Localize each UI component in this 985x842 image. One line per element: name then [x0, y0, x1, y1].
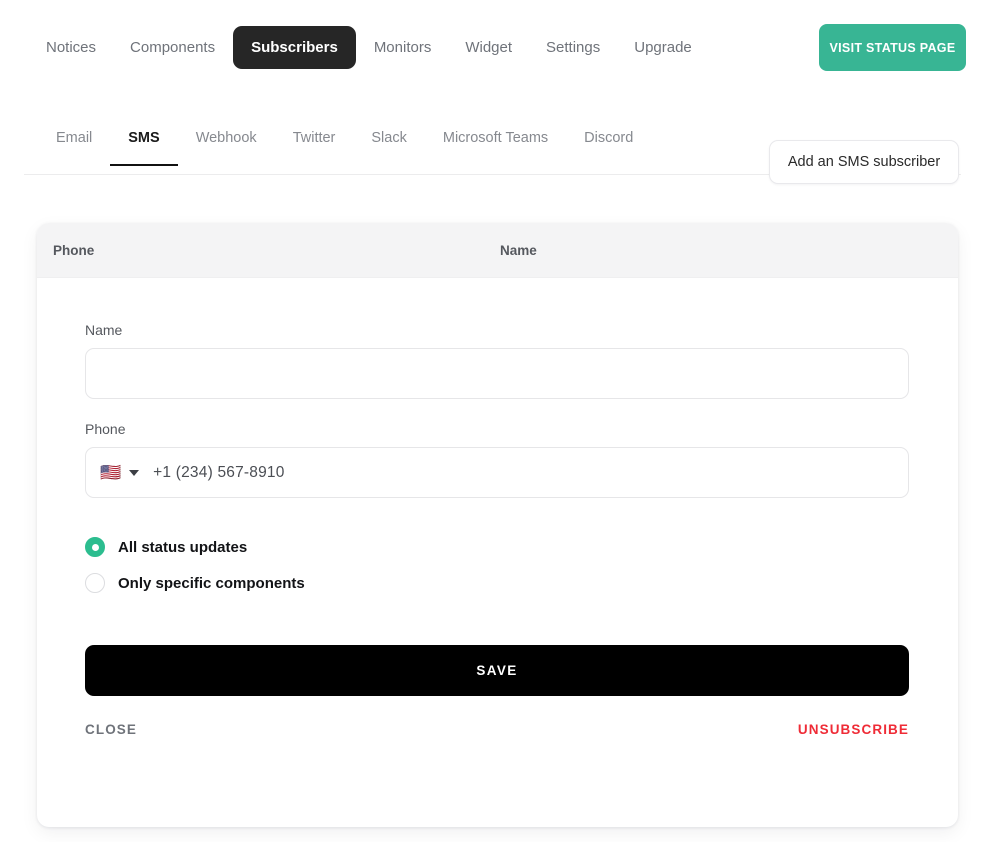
- name-field-group: Name: [85, 322, 910, 399]
- form-spacer: [85, 399, 910, 421]
- radio-label-only-specific-components: Only specific components: [118, 575, 305, 592]
- save-button[interactable]: SAVE: [85, 645, 909, 696]
- nav-item-upgrade[interactable]: Upgrade: [618, 31, 708, 64]
- tab-sms[interactable]: SMS: [110, 128, 177, 166]
- phone-input-placeholder[interactable]: +1 (234) 567-8910: [153, 464, 284, 482]
- name-field-label: Name: [85, 322, 910, 338]
- chevron-down-icon[interactable]: [129, 470, 139, 476]
- column-header-name: Name: [500, 243, 537, 258]
- top-navigation: Notices Components Subscribers Monitors …: [0, 0, 985, 95]
- tab-twitter[interactable]: Twitter: [275, 128, 354, 166]
- unsubscribe-button[interactable]: UNSUBSCRIBE: [798, 722, 909, 737]
- radio-label-all-status-updates: All status updates: [118, 539, 247, 556]
- page-root: Notices Components Subscribers Monitors …: [0, 0, 985, 842]
- add-sms-subscriber-button[interactable]: Add an SMS subscriber: [769, 140, 959, 184]
- nav-item-widget[interactable]: Widget: [449, 31, 528, 64]
- tab-discord[interactable]: Discord: [566, 128, 651, 166]
- nav-item-subscribers[interactable]: Subscribers: [233, 26, 356, 69]
- nav-item-notices[interactable]: Notices: [30, 31, 112, 64]
- phone-input-wrapper[interactable]: 🇺🇸 +1 (234) 567-8910: [85, 447, 909, 498]
- form-footer: CLOSE UNSUBSCRIBE: [85, 722, 909, 737]
- close-button[interactable]: CLOSE: [85, 722, 137, 737]
- radio-selected-icon[interactable]: [85, 537, 105, 557]
- radio-unselected-icon[interactable]: [85, 573, 105, 593]
- country-flag-icon[interactable]: 🇺🇸: [100, 464, 121, 481]
- column-header-phone: Phone: [37, 243, 500, 258]
- name-input[interactable]: [85, 348, 909, 399]
- tab-microsoft-teams[interactable]: Microsoft Teams: [425, 128, 566, 166]
- nav-item-components[interactable]: Components: [114, 31, 231, 64]
- tab-slack[interactable]: Slack: [353, 128, 424, 166]
- visit-status-page-button[interactable]: VISIT STATUS PAGE: [819, 24, 966, 71]
- nav-item-settings[interactable]: Settings: [530, 31, 616, 64]
- radio-option-all-status-updates[interactable]: All status updates: [85, 532, 910, 562]
- top-nav-items: Notices Components Subscribers Monitors …: [30, 26, 708, 69]
- subscribers-card: Phone Name Name Phone 🇺🇸 +1 (234) 567-89…: [37, 223, 958, 827]
- phone-field-label: Phone: [85, 421, 910, 437]
- phone-field-group: Phone 🇺🇸 +1 (234) 567-8910: [85, 421, 910, 498]
- nav-item-monitors[interactable]: Monitors: [358, 31, 448, 64]
- add-subscriber-form: Name Phone 🇺🇸 +1 (234) 567-8910 All stat…: [37, 278, 958, 737]
- tab-email[interactable]: Email: [38, 128, 110, 166]
- subscribers-table-header: Phone Name: [37, 223, 958, 278]
- subscription-options: All status updates Only specific compone…: [85, 532, 910, 598]
- tab-webhook[interactable]: Webhook: [178, 128, 275, 166]
- radio-option-only-specific-components[interactable]: Only specific components: [85, 568, 910, 598]
